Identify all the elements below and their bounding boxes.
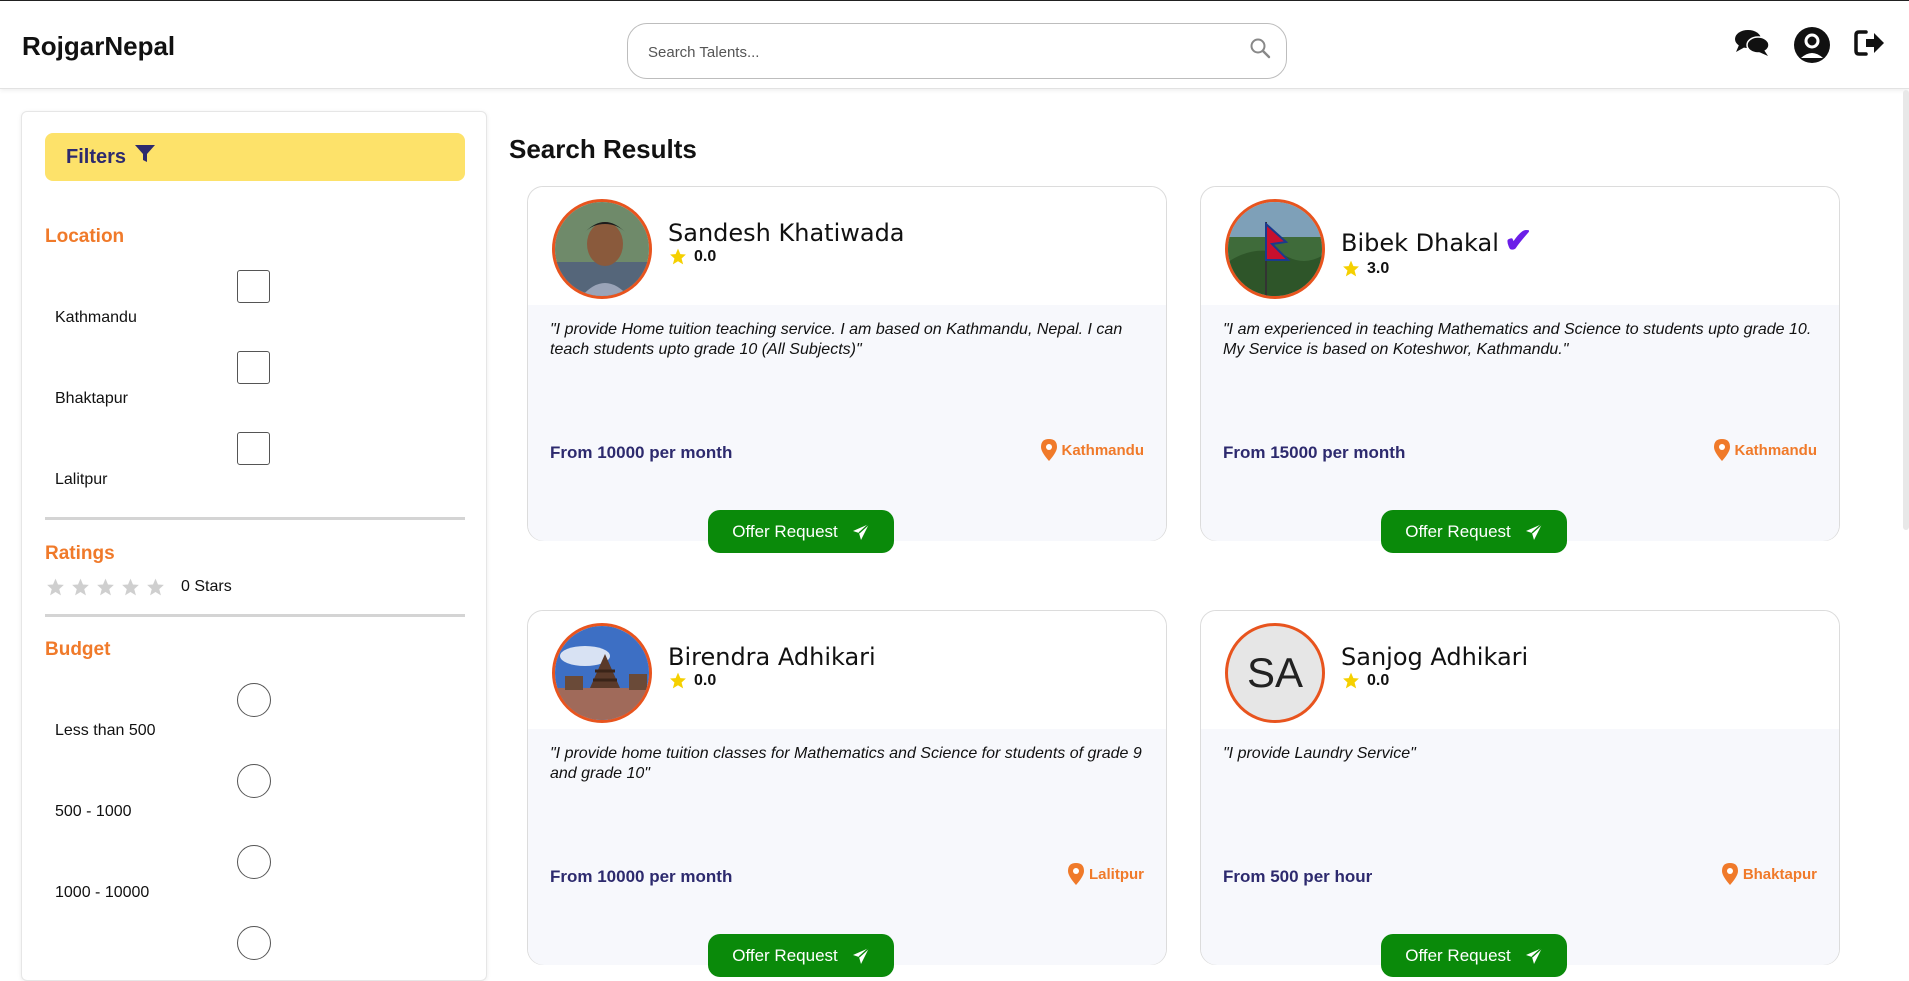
divider xyxy=(45,614,465,617)
location-text: Kathmandu xyxy=(1061,441,1145,459)
budget-radio-500-1000[interactable] xyxy=(237,764,271,798)
talent-card[interactable]: Birendra Adhikari 0.0 "I provide home tu… xyxy=(527,610,1167,977)
ratings-title: Ratings xyxy=(45,543,115,564)
rating-stars-label: 0 Stars xyxy=(181,578,232,595)
budget-radio-less-than-500[interactable] xyxy=(237,683,271,717)
card-body xyxy=(1201,729,1839,965)
profile-initials-avatar[interactable]: SA xyxy=(1225,623,1325,723)
talent-description: "I provide Home tuition teaching service… xyxy=(550,321,1123,358)
star-icon xyxy=(670,672,686,689)
talent-name[interactable]: Sandesh Khatiwada xyxy=(668,219,905,247)
offer-request-button[interactable]: Offer Request xyxy=(708,510,894,553)
chat-icon[interactable] xyxy=(1732,23,1772,63)
star-icon[interactable] xyxy=(145,577,166,597)
logout-icon[interactable] xyxy=(1850,23,1890,63)
map-pin-icon xyxy=(1068,863,1084,885)
search-input[interactable] xyxy=(648,40,1228,64)
filters-label: Filters xyxy=(66,145,127,168)
budget-radio-1000-10000[interactable] xyxy=(237,845,271,879)
rating-value: 0.0 xyxy=(694,247,717,265)
star-icon[interactable] xyxy=(95,577,116,597)
offer-request-label: Offer Request xyxy=(1405,945,1511,965)
star-icon xyxy=(670,248,686,265)
paper-plane-icon xyxy=(852,522,870,540)
location-label-lalitpur: Lalitpur xyxy=(55,471,108,488)
paper-plane-icon xyxy=(1525,946,1543,964)
location-label-kathmandu: Kathmandu xyxy=(55,309,137,326)
location-checkbox-kathmandu[interactable] xyxy=(237,270,270,303)
talent-location: Lalitpur xyxy=(1068,863,1144,885)
brand-logo[interactable]: RojgarNepal xyxy=(22,31,175,62)
map-pin-icon xyxy=(1040,439,1057,461)
talent-rating: 0.0 xyxy=(1341,671,1389,690)
budget-title: Budget xyxy=(45,639,111,660)
location-label-bhaktapur: Bhaktapur xyxy=(55,390,128,407)
talent-location: Kathmandu xyxy=(1040,439,1145,461)
map-pin-icon xyxy=(1713,439,1730,461)
location-checkbox-lalitpur[interactable] xyxy=(237,432,270,465)
budget-label-500-1000: 500 - 1000 xyxy=(55,803,132,820)
talent-rating: 3.0 xyxy=(1341,259,1389,278)
location-text: Bhaktapur xyxy=(1742,865,1817,883)
map-pin-icon xyxy=(1721,863,1738,885)
talent-price: From 10000 per month xyxy=(550,867,733,886)
user-avatar-icon[interactable] xyxy=(1792,25,1832,65)
star-icon xyxy=(1343,672,1359,689)
talent-name[interactable]: Bibek Dhakal xyxy=(1341,229,1499,257)
talent-price: From 10000 per month xyxy=(550,443,733,462)
filters-sidebar: Filters Location Kathmandu Bhaktapur Lal… xyxy=(21,111,487,981)
budget-radio-more[interactable] xyxy=(237,926,271,960)
talent-card[interactable]: Bibek Dhakal ✔ 3.0 "I am experienced in … xyxy=(1200,186,1840,553)
star-icon xyxy=(1343,260,1359,277)
talent-location: Bhaktapur xyxy=(1721,863,1817,885)
rating-value: 0.0 xyxy=(694,671,717,689)
talent-name[interactable]: Birendra Adhikari xyxy=(668,643,876,671)
offer-request-button[interactable]: Offer Request xyxy=(1381,510,1567,553)
talent-card[interactable]: SA Sanjog Adhikari 0.0 "I provide Laundr… xyxy=(1200,610,1840,977)
offer-request-button[interactable]: Offer Request xyxy=(1381,934,1567,977)
talent-price: From 500 per hour xyxy=(1223,867,1373,886)
talent-description: "I am experienced in teaching Mathematic… xyxy=(1223,321,1812,358)
divider xyxy=(45,517,465,520)
offer-request-label: Offer Request xyxy=(732,521,838,541)
talent-name[interactable]: Sanjog Adhikari xyxy=(1341,643,1528,671)
talent-card[interactable]: Sandesh Khatiwada 0.0 "I provide Home tu… xyxy=(527,186,1167,553)
verified-check-icon: ✔ xyxy=(1504,222,1533,260)
star-icon[interactable] xyxy=(120,577,141,597)
talent-rating: 0.0 xyxy=(668,247,716,266)
location-title: Location xyxy=(45,226,125,247)
paper-plane-icon xyxy=(1525,522,1543,540)
location-text: Kathmandu xyxy=(1734,441,1818,459)
location-text: Lalitpur xyxy=(1089,865,1144,883)
search-icon[interactable] xyxy=(1248,36,1276,64)
rating-value: 3.0 xyxy=(1367,259,1390,277)
talent-description: "I provide home tuition classes for Math… xyxy=(550,745,1142,782)
offer-request-button[interactable]: Offer Request xyxy=(708,934,894,977)
star-icon[interactable] xyxy=(70,577,91,597)
page-title: Search Results xyxy=(509,134,697,164)
location-checkbox-bhaktapur[interactable] xyxy=(237,351,270,384)
profile-photo[interactable] xyxy=(1225,199,1325,299)
page-scrollbar[interactable] xyxy=(1903,90,1909,530)
paper-plane-icon xyxy=(852,946,870,964)
profile-photo[interactable] xyxy=(552,623,652,723)
profile-photo[interactable] xyxy=(552,199,652,299)
budget-label-1000-10000: 1000 - 10000 xyxy=(55,884,150,901)
rating-stars-selector xyxy=(45,577,166,597)
filter-funnel-icon xyxy=(126,144,156,170)
talent-description: "I provide Laundry Service" xyxy=(1223,745,1416,762)
star-icon[interactable] xyxy=(45,577,66,597)
talent-price: From 15000 per month xyxy=(1223,443,1406,462)
talent-location: Kathmandu xyxy=(1713,439,1818,461)
talent-rating: 0.0 xyxy=(668,671,716,690)
top-navbar: RojgarNepal xyxy=(0,1,1909,89)
budget-label-less-than-500: Less than 500 xyxy=(55,722,156,739)
search-bar xyxy=(627,23,1287,79)
rating-value: 0.0 xyxy=(1367,671,1390,689)
offer-request-label: Offer Request xyxy=(732,945,838,965)
offer-request-label: Offer Request xyxy=(1405,521,1511,541)
filters-toggle-button[interactable]: Filters xyxy=(45,133,465,181)
